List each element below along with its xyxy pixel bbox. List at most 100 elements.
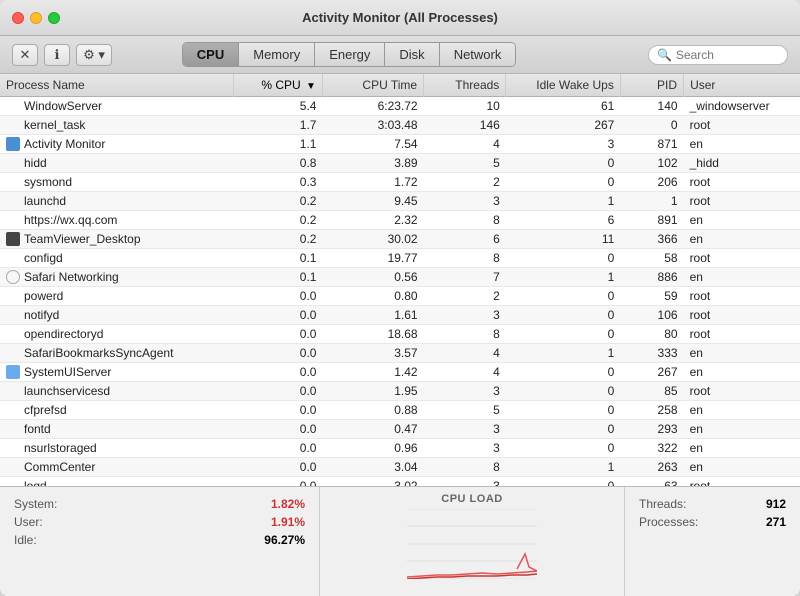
stop-button[interactable]: ✕ — [12, 44, 38, 66]
cell-cpu: 0.0 — [234, 287, 323, 306]
tab-memory[interactable]: Memory — [239, 43, 315, 66]
cell-name: logd — [0, 477, 234, 487]
cell-pid: 106 — [620, 306, 683, 325]
cell-user: root — [684, 382, 800, 401]
search-input[interactable] — [676, 48, 776, 62]
cell-threads: 4 — [424, 344, 506, 363]
tab-network[interactable]: Network — [440, 43, 516, 66]
tab-energy[interactable]: Energy — [315, 43, 385, 66]
table-row[interactable]: hidd 0.8 3.89 5 0 102 _hidd — [0, 154, 800, 173]
cell-name: launchservicesd — [0, 382, 234, 401]
process-icon-empty — [6, 346, 20, 360]
cell-cpu: 0.0 — [234, 363, 323, 382]
table-row[interactable]: nsurlstoraged 0.0 0.96 3 0 322 en — [0, 439, 800, 458]
cell-cputime: 9.45 — [322, 192, 423, 211]
table-row[interactable]: configd 0.1 19.77 8 0 58 root — [0, 249, 800, 268]
idle-value: 96.27% — [264, 533, 305, 547]
table-row[interactable]: opendirectoryd 0.0 18.68 8 0 80 root — [0, 325, 800, 344]
cell-cpu: 0.1 — [234, 268, 323, 287]
cell-pid: 59 — [620, 287, 683, 306]
processes-value: 271 — [766, 515, 786, 529]
table-row[interactable]: Activity Monitor 1.1 7.54 4 3 871 en — [0, 135, 800, 154]
cell-threads: 4 — [424, 363, 506, 382]
table-row[interactable]: launchservicesd 0.0 1.95 3 0 85 root — [0, 382, 800, 401]
cell-cputime: 7.54 — [322, 135, 423, 154]
table-row[interactable]: WindowServer 5.4 6:23.72 10 61 140 _wind… — [0, 97, 800, 116]
table-row[interactable]: kernel_task 1.7 3:03.48 146 267 0 root — [0, 116, 800, 135]
col-header-cpu[interactable]: % CPU ▼ — [234, 74, 323, 97]
cell-name: https://wx.qq.com — [0, 211, 234, 230]
cell-cpu: 0.2 — [234, 230, 323, 249]
cell-threads: 2 — [424, 173, 506, 192]
col-header-pid[interactable]: PID — [620, 74, 683, 97]
cell-name: SafariBookmarksSyncAgent — [0, 344, 234, 363]
search-box[interactable]: 🔍 — [648, 45, 788, 65]
table-row[interactable]: sysmond 0.3 1.72 2 0 206 root — [0, 173, 800, 192]
cell-cpu: 0.0 — [234, 344, 323, 363]
window-title: Activity Monitor (All Processes) — [302, 10, 498, 25]
table-row[interactable]: notifyd 0.0 1.61 3 0 106 root — [0, 306, 800, 325]
table-row[interactable]: SafariBookmarksSyncAgent 0.0 3.57 4 1 33… — [0, 344, 800, 363]
cell-cpu: 0.0 — [234, 458, 323, 477]
table-row[interactable]: launchd 0.2 9.45 3 1 1 root — [0, 192, 800, 211]
cell-pid: 1 — [620, 192, 683, 211]
table-row[interactable]: TeamViewer_Desktop 0.2 30.02 6 11 366 en — [0, 230, 800, 249]
cpu-chart-svg — [407, 509, 537, 579]
cell-threads: 10 — [424, 97, 506, 116]
cell-user: root — [684, 287, 800, 306]
cell-cputime: 0.96 — [322, 439, 423, 458]
tab-cpu[interactable]: CPU — [183, 43, 239, 66]
tab-disk[interactable]: Disk — [385, 43, 439, 66]
maximize-button[interactable]: + — [48, 12, 60, 24]
cell-threads: 5 — [424, 154, 506, 173]
minimize-button[interactable]: − — [30, 12, 42, 24]
cell-name: cfprefsd — [0, 401, 234, 420]
cell-cputime: 1.61 — [322, 306, 423, 325]
table-row[interactable]: logd 0.0 3.02 3 0 63 root — [0, 477, 800, 487]
table-row[interactable]: fontd 0.0 0.47 3 0 293 en — [0, 420, 800, 439]
table-row[interactable]: SystemUIServer 0.0 1.42 4 0 267 en — [0, 363, 800, 382]
process-table-container[interactable]: Process Name % CPU ▼ CPU Time Threads Id… — [0, 74, 800, 486]
idle-label: Idle: — [14, 533, 37, 547]
col-header-user[interactable]: User — [684, 74, 800, 97]
cell-user: root — [684, 173, 800, 192]
cell-cputime: 2.32 — [322, 211, 423, 230]
threads-stat-row: Threads: 912 — [639, 497, 786, 511]
table-row[interactable]: Safari Networking 0.1 0.56 7 1 886 en — [0, 268, 800, 287]
user-label: User: — [14, 515, 43, 529]
process-name-text: launchservicesd — [24, 384, 110, 398]
process-name-text: hidd — [24, 156, 47, 170]
cell-name: nsurlstoraged — [0, 439, 234, 458]
cell-pid: 58 — [620, 249, 683, 268]
process-icon-empty — [6, 479, 20, 486]
col-header-threads[interactable]: Threads — [424, 74, 506, 97]
cell-idlewakeups: 0 — [506, 287, 621, 306]
table-row[interactable]: cfprefsd 0.0 0.88 5 0 258 en — [0, 401, 800, 420]
table-row[interactable]: CommCenter 0.0 3.04 8 1 263 en — [0, 458, 800, 477]
info-button[interactable]: ℹ — [44, 44, 70, 66]
table-row[interactable]: powerd 0.0 0.80 2 0 59 root — [0, 287, 800, 306]
process-name-text: Safari Networking — [24, 270, 119, 284]
cell-idlewakeups: 0 — [506, 382, 621, 401]
stats-left: System: 1.82% User: 1.91% Idle: 96.27% — [0, 487, 320, 596]
cell-idlewakeups: 0 — [506, 325, 621, 344]
process-name-text: CommCenter — [24, 460, 95, 474]
gear-button[interactable]: ⚙ ▾ — [76, 44, 112, 66]
table-row[interactable]: https://wx.qq.com 0.2 2.32 8 6 891 en — [0, 211, 800, 230]
cell-user: root — [684, 325, 800, 344]
cell-name: hidd — [0, 154, 234, 173]
cell-cpu: 0.0 — [234, 401, 323, 420]
cell-user: en — [684, 230, 800, 249]
col-header-cputime[interactable]: CPU Time — [322, 74, 423, 97]
cell-cpu: 0.3 — [234, 173, 323, 192]
cell-user: en — [684, 420, 800, 439]
col-header-idlewakeups[interactable]: Idle Wake Ups — [506, 74, 621, 97]
col-header-name[interactable]: Process Name — [0, 74, 234, 97]
cell-idlewakeups: 0 — [506, 420, 621, 439]
process-icon-empty — [6, 99, 20, 113]
process-icon-empty — [6, 118, 20, 132]
cell-cpu: 0.1 — [234, 249, 323, 268]
cell-pid: 871 — [620, 135, 683, 154]
close-button[interactable]: × — [12, 12, 24, 24]
cell-cputime: 1.42 — [322, 363, 423, 382]
